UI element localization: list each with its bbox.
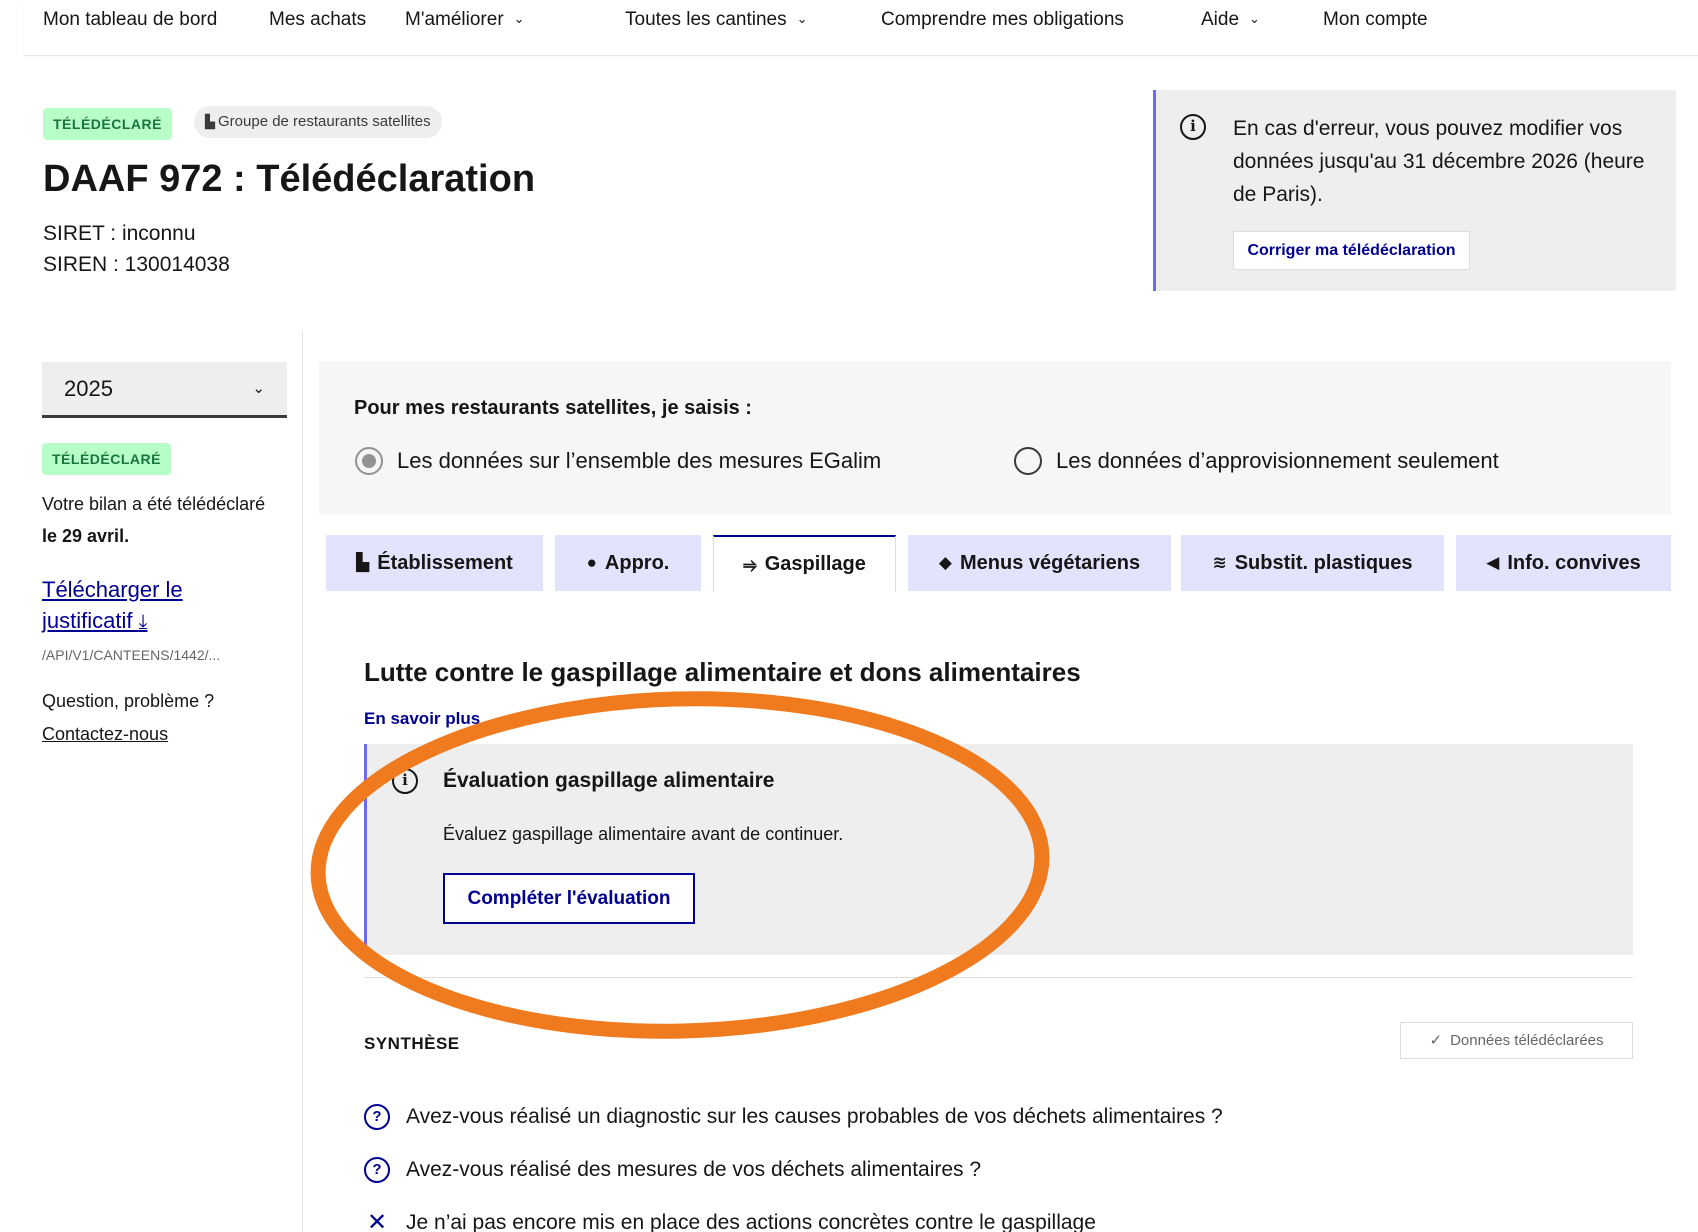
info-icon: i [1180, 114, 1206, 140]
synthese-item-text: Je n’ai pas encore mis en place des acti… [406, 1210, 1096, 1232]
nav-item-label: Mon tableau de bord [43, 9, 218, 30]
tab-label: Info. convives [1507, 551, 1641, 574]
declared-status-chip: ✓ Données télédéclarées [1400, 1022, 1633, 1059]
download-link-label: Télécharger le justificatif [42, 577, 183, 633]
question-text: Question, problème ? [42, 691, 215, 711]
synthese-item: ✕ Je n’ai pas encore mis en place des act… [364, 1208, 1096, 1232]
radio-label: Les données sur l’ensemble des mesures E… [397, 448, 882, 473]
input-mode-box: Pour mes restaurants satellites, je sais… [319, 361, 1671, 514]
year-select[interactable]: 2025 ⌄ [42, 362, 287, 418]
nav-item-label: M'améliorer [405, 9, 504, 30]
complete-evaluation-button[interactable]: Compléter l'évaluation [443, 873, 695, 924]
radio-selected-icon [355, 447, 383, 475]
page-title: DAAF 972 : Télédéclaration [43, 158, 536, 200]
tab-etablissement[interactable]: ▙ Établissement [326, 535, 543, 591]
download-icon: ⤓ [138, 611, 148, 633]
tab-label: Substit. plastiques [1234, 551, 1413, 574]
synthese-heading: SYNTHÈSE [364, 1034, 460, 1053]
tab-gaspillage[interactable]: ⥤ Gaspillage [713, 535, 896, 592]
nav-item-label: Toutes les cantines [625, 9, 787, 30]
radio-supply-only[interactable]: Les données d’approvisionnement seulemen… [1014, 447, 1499, 475]
contact-link[interactable]: Contactez-nous [42, 718, 168, 750]
check-icon: ✓ [1429, 1032, 1443, 1049]
radio-all-measures[interactable]: Les données sur l’ensemble des mesures E… [355, 447, 881, 475]
callout-text: En cas d'erreur, vous pouvez modifier vo… [1233, 117, 1645, 206]
eval-description: Évaluez gaspillage alimentaire avant de … [443, 824, 844, 844]
radio-label: Les données d’approvisionnement seulemen… [1056, 448, 1499, 473]
chevron-down-icon: ⌄ [252, 380, 265, 397]
waste-evaluation-callout: i Évaluation gaspillage alimentaire Éval… [364, 744, 1633, 955]
megaphone-icon: ◀ [1486, 553, 1500, 572]
synthese-item: ? Avez-vous réalisé un diagnostic sur les… [364, 1104, 1223, 1130]
nav-item-improve[interactable]: M'améliorer ⌄ [405, 9, 525, 31]
wind-icon: ≋ [1212, 553, 1227, 572]
nav-item-label: Comprendre mes obligations [881, 9, 1124, 30]
nav-item-label: Aide [1201, 9, 1240, 30]
learn-more-link[interactable]: En savoir plus [364, 709, 480, 729]
status-badge: TÉLÉDÉCLARÉ [43, 108, 172, 140]
building-icon: ▙ [205, 114, 215, 129]
top-navigation: Mon tableau de bord Mes achats M'amélior… [24, 0, 1698, 56]
nav-item-label: Mon compte [1323, 9, 1428, 30]
tab-info-convives[interactable]: ◀ Info. convives [1456, 535, 1671, 591]
group-chip: ▙ Groupe de restaurants satellites [194, 106, 442, 138]
nav-item-account[interactable]: Mon compte [1323, 9, 1428, 31]
leaf-icon: ◆ [938, 553, 952, 572]
correct-declaration-button[interactable]: Corriger ma télédéclaration [1233, 231, 1470, 270]
siren-text: SIREN : 130014038 [43, 253, 230, 276]
proof-path: /API/V1/CANTEENS/1442/... [42, 647, 221, 663]
nav-item-obligations[interactable]: Comprendre mes obligations [881, 9, 1124, 31]
synthese-item-text: Avez-vous réalisé un diagnostic sur les … [406, 1105, 1223, 1128]
nav-item-canteens[interactable]: Toutes les cantines ⌄ [625, 9, 808, 31]
edit-deadline-callout: i En cas d'erreur, vous pouvez modifier … [1153, 90, 1676, 291]
tab-label: Gaspillage [764, 553, 866, 575]
chevron-down-icon: ⌄ [513, 11, 525, 26]
waste-icon: ⥤ [743, 554, 757, 574]
status-badge: TÉLÉDÉCLARÉ [42, 443, 171, 475]
tab-substit-plastiques[interactable]: ≋ Substit. plastiques [1181, 535, 1444, 591]
declared-status-label: Données télédéclarées [1450, 1032, 1604, 1049]
tab-menus-vegetariens[interactable]: ◆ Menus végétariens [908, 535, 1171, 591]
question-icon: ? [364, 1104, 390, 1130]
nav-item-dashboard[interactable]: Mon tableau de bord [43, 9, 217, 31]
radio-unselected-icon [1014, 447, 1042, 475]
synthese-item-text: Avez-vous réalisé des mesures de vos déc… [406, 1158, 982, 1181]
chevron-down-icon: ⌄ [796, 11, 808, 26]
year-value: 2025 [64, 376, 113, 401]
group-chip-label: Groupe de restaurants satellites [218, 113, 431, 130]
tab-appro[interactable]: ● Appro. [555, 535, 701, 591]
question-icon: ? [364, 1157, 390, 1183]
divider [364, 977, 1633, 978]
section-title: Lutte contre le gaspillage alimentaire e… [364, 657, 1081, 687]
info-icon: i [392, 768, 418, 794]
tab-label: Établissement [377, 551, 513, 574]
building-icon: ▙ [356, 553, 370, 572]
siret-text: SIRET : inconnu [43, 222, 196, 245]
apple-icon: ● [586, 553, 597, 572]
eval-title: Évaluation gaspillage alimentaire [443, 769, 775, 792]
nav-item-help[interactable]: Aide ⌄ [1201, 9, 1260, 31]
bilan-date: le 29 avril. [42, 526, 130, 546]
tab-label: Menus végétariens [960, 551, 1141, 574]
sidebar: 2025 ⌄ TÉLÉDÉCLARÉ Votre bilan a été tél… [0, 330, 303, 1232]
chevron-down-icon: ⌄ [1249, 11, 1260, 26]
bilan-text: Votre bilan a été télédéclaré le 29 avri… [42, 488, 272, 552]
cross-icon: ✕ [366, 1209, 388, 1232]
bilan-prefix: Votre bilan a été télédéclaré [42, 494, 266, 514]
tab-label: Appro. [604, 551, 670, 574]
nav-item-purchases[interactable]: Mes achats [269, 9, 366, 31]
nav-item-label: Mes achats [269, 9, 367, 30]
synthese-item: ? Avez-vous réalisé des mesures de vos dé… [364, 1157, 981, 1183]
input-mode-label: Pour mes restaurants satellites, je sais… [354, 397, 752, 419]
download-proof-link[interactable]: Télécharger le justificatif ⤓ [42, 574, 242, 638]
